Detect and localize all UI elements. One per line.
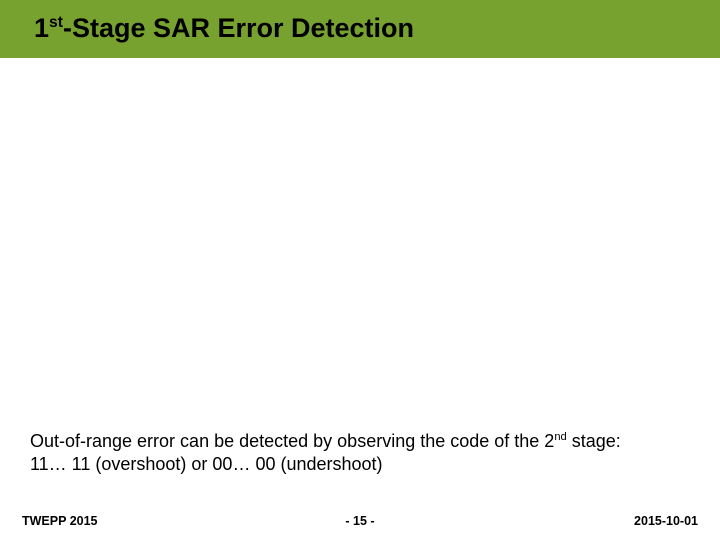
- title-pre: 1: [34, 13, 49, 43]
- title-sup: st: [49, 14, 63, 31]
- title-rest: -Stage SAR Error Detection: [63, 13, 414, 43]
- footer: TWEPP 2015 - 15 - 2015-10-01: [0, 506, 720, 528]
- title-bar: 1st-Stage SAR Error Detection: [0, 0, 720, 58]
- body-line1-post: stage:: [567, 431, 621, 451]
- footer-right: 2015-10-01: [634, 514, 698, 528]
- slide: 1st-Stage SAR Error Detection Out-of-ran…: [0, 0, 720, 540]
- body-line1-sup: nd: [554, 431, 566, 443]
- body-line1-pre: Out-of-range error can be detected by ob…: [30, 431, 554, 451]
- footer-center: - 15 -: [0, 514, 720, 528]
- slide-title: 1st-Stage SAR Error Detection: [34, 14, 414, 44]
- body-text: Out-of-range error can be detected by ob…: [30, 430, 690, 477]
- body-line2: 11… 11 (overshoot) or 00… 00 (undershoot…: [30, 454, 383, 474]
